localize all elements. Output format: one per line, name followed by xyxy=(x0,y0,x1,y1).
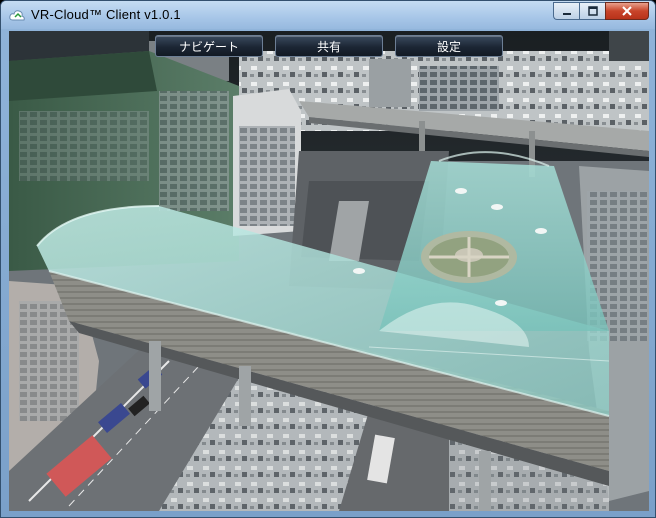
maximize-button[interactable] xyxy=(579,2,605,20)
navigate-button[interactable]: ナビゲート xyxy=(155,35,263,57)
window-controls xyxy=(553,2,649,22)
share-button[interactable]: 共有 xyxy=(275,35,383,57)
window-title: VR-Cloud™ Client v1.0.1 xyxy=(31,7,181,22)
minimize-icon xyxy=(562,13,571,15)
3d-viewport[interactable]: ナビゲート 共有 設定 xyxy=(9,31,649,511)
app-window: VR-Cloud™ Client v1.0.1 ナビゲート 共有 設定 xyxy=(0,0,656,518)
settings-button[interactable]: 設定 xyxy=(395,35,503,57)
minimize-button[interactable] xyxy=(553,2,579,20)
maximize-icon xyxy=(587,6,598,16)
city-scene[interactable] xyxy=(9,31,649,511)
title-bar[interactable]: VR-Cloud™ Client v1.0.1 xyxy=(1,1,655,29)
cloud-icon xyxy=(9,10,25,21)
close-icon xyxy=(622,6,632,16)
close-button[interactable] xyxy=(605,2,649,20)
toolbar: ナビゲート 共有 設定 xyxy=(155,35,503,57)
